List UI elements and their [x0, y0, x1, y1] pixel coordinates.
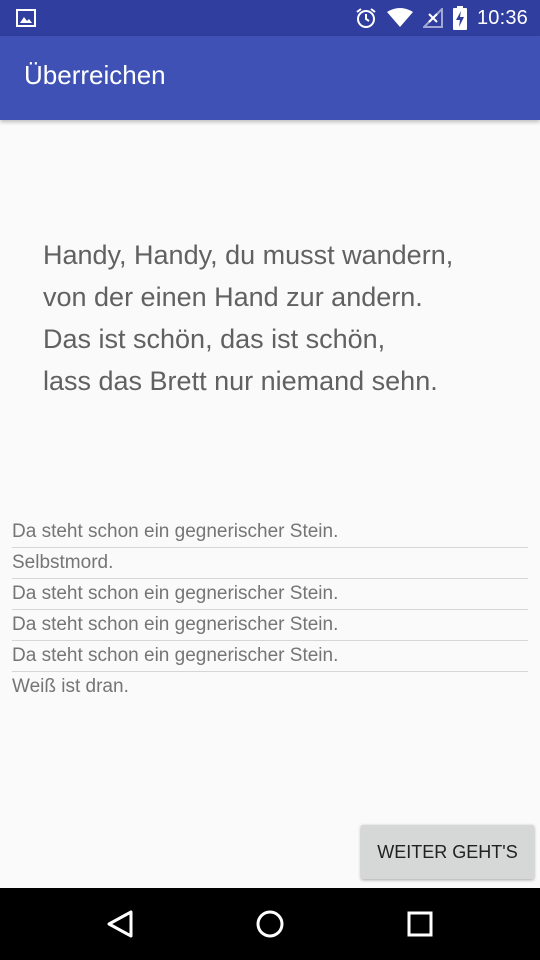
status-icons: 10:36 [355, 0, 528, 36]
message-list: Da steht schon ein gegnerischer Stein. S… [12, 517, 528, 702]
poem-line: Handy, Handy, du musst wandern, [43, 240, 454, 270]
battery-charging-icon [452, 6, 467, 30]
status-bar: 10:36 [0, 0, 540, 36]
list-item: Da steht schon ein gegnerischer Stein. [12, 641, 528, 672]
list-item: Da steht schon ein gegnerischer Stein. [12, 517, 528, 548]
recents-icon[interactable] [402, 906, 438, 942]
back-icon[interactable] [103, 906, 139, 942]
status-time: 10:36 [476, 6, 528, 29]
poem-line: von der einen Hand zur andern. [43, 282, 423, 312]
wifi-icon [386, 8, 413, 27]
image-icon [16, 9, 36, 27]
continue-button[interactable]: WEITER GEHT'S [361, 825, 534, 879]
list-item: Da steht schon ein gegnerischer Stein. [12, 610, 528, 641]
no-signal-icon [422, 8, 443, 28]
alarm-icon [356, 8, 376, 28]
app-bar: Überreichen [0, 36, 540, 120]
list-item: Da steht schon ein gegnerischer Stein. [12, 579, 528, 610]
page-title: Überreichen [24, 60, 166, 90]
poem-line: lass das Brett nur niemand sehn. [43, 366, 438, 396]
home-icon[interactable] [252, 906, 288, 942]
list-item: Weiß ist dran. [12, 676, 129, 697]
poem-line: Das ist schön, das ist schön, [43, 324, 386, 354]
poem-text: Handy, Handy, du musst wandern, von der … [43, 234, 523, 402]
navigation-bar [0, 888, 540, 960]
list-item: Selbstmord. [12, 548, 528, 579]
